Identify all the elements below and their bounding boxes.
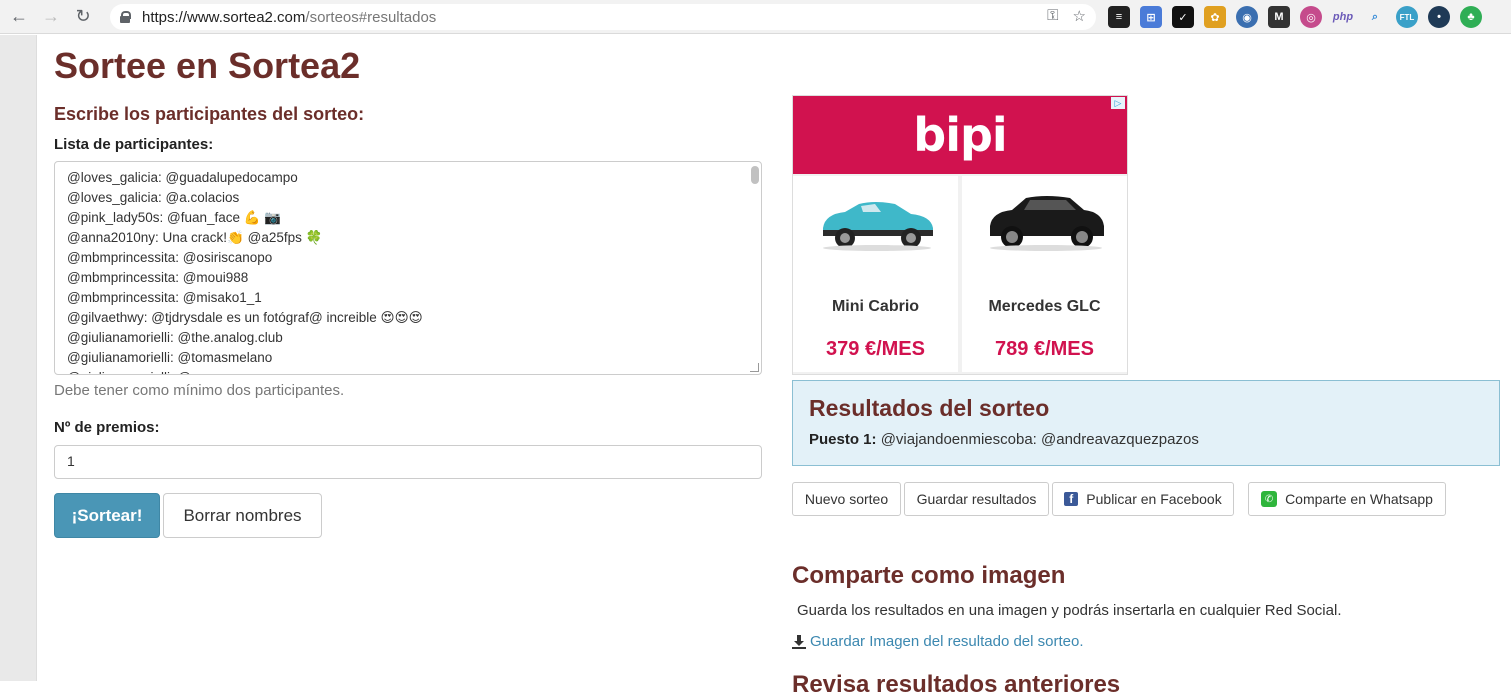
- whatsapp-icon: ✆: [1261, 491, 1278, 507]
- reload-icon[interactable]: ↻: [70, 4, 96, 30]
- participant-line: @loves_galicia: @a.colacios: [67, 190, 240, 205]
- key-icon[interactable]: ⚿: [1047, 7, 1058, 25]
- save-results-button[interactable]: Guardar resultados: [904, 482, 1049, 516]
- url-path: /sorteos#resultados: [305, 8, 437, 26]
- result-place-label: Puesto 1:: [809, 431, 877, 448]
- participant-line: @loves_galicia: @guadalupedocampo: [67, 170, 298, 185]
- page-content: Sortee en Sortea2 Escribe los participan…: [37, 35, 1511, 698]
- participant-line: @pink_lady50s: @fuan_face 💪 📷: [67, 210, 282, 225]
- ticket-extension-icon[interactable]: ✓: [1172, 6, 1194, 28]
- participants-list: @loves_galicia: @guadalupedocampo @loves_…: [67, 168, 749, 374]
- participant-line: @mbmprincessita: @moui988: [67, 270, 249, 285]
- save-image-link[interactable]: Guardar Imagen del resultado del sorteo.: [792, 633, 1084, 650]
- advertisement[interactable]: bipi ▷ Mini Cabrio 379 €/MES Mercedes GL…: [792, 95, 1128, 375]
- result-row: Puesto 1: @viajandoenmiescoba: @andreava…: [809, 431, 1199, 448]
- participants-textarea[interactable]: @loves_galicia: @guadalupedocampo @loves_…: [54, 161, 762, 375]
- left-rail: [0, 35, 37, 681]
- share-image-title: Comparte como imagen: [792, 562, 1066, 589]
- participant-line: @giulianamorielli: @...: [67, 368, 749, 374]
- page-title: Sortee en Sortea2: [54, 45, 361, 86]
- shield-extension-icon[interactable]: ◉: [1236, 6, 1258, 28]
- facebook-share-label: Publicar en Facebook: [1086, 491, 1222, 507]
- textarea-resize-handle[interactable]: [750, 363, 759, 372]
- participant-line: @gilvaethwy: @tjdrysdale es un fotógraf@…: [67, 310, 423, 325]
- ad-car-name: Mini Cabrio: [831, 298, 920, 315]
- url-host: https://www.sortea2.com: [142, 8, 306, 26]
- ad-brand-logo: bipi: [793, 96, 1127, 174]
- ad-car-name: Mercedes GLC: [988, 298, 1101, 315]
- result-winner: @viajandoenmiescoba: @andreavazquezpazos: [880, 431, 1199, 448]
- save-results-label: Guardar resultados: [916, 491, 1037, 507]
- download-icon: [792, 634, 806, 649]
- mini-cabrio-image: [823, 202, 933, 251]
- textarea-scrollbar[interactable]: [751, 166, 759, 184]
- address-bar[interactable]: https://www.sortea2.com/sorteos#resultad…: [110, 4, 1096, 30]
- layers-extension-icon[interactable]: ≡: [1108, 6, 1130, 28]
- facebook-icon: f: [1064, 492, 1079, 506]
- prizes-input[interactable]: 1: [54, 445, 762, 479]
- new-draw-button[interactable]: Nuevo sorteo: [792, 482, 901, 516]
- search-extension-icon[interactable]: ⌕: [1364, 6, 1386, 28]
- prizes-label: Nº de premios:: [54, 419, 160, 436]
- browser-toolbar: ← → ↻ https://www.sortea2.com/sorteos#re…: [0, 0, 1511, 34]
- ftl-extension-icon[interactable]: FTL: [1396, 6, 1418, 28]
- whatsapp-share-button[interactable]: ✆ Comparte en Whatsapp: [1248, 482, 1446, 516]
- adchoices-icon[interactable]: ▷: [1111, 97, 1125, 109]
- save-image-link-label: Guardar Imagen del resultado del sorteo.: [810, 633, 1084, 650]
- new-draw-label: Nuevo sorteo: [804, 491, 889, 507]
- share-image-text: Guarda los resultados en una imagen y po…: [797, 602, 1342, 619]
- participant-line: @giulianamorielli: @the.analog.club: [67, 330, 283, 345]
- facebook-share-button[interactable]: f Publicar en Facebook: [1052, 482, 1234, 516]
- participant-line: @anna2010ny: Una crack!👏 @a25fps 🍀: [67, 230, 323, 245]
- php-extension-icon[interactable]: php: [1332, 6, 1354, 28]
- back-icon[interactable]: ←: [6, 4, 32, 30]
- ad-car-price: 379 €/MES: [826, 338, 925, 360]
- ad-car-price: 789 €/MES: [995, 338, 1094, 360]
- results-panel: Resultados del sorteo Puesto 1: @viajand…: [792, 380, 1500, 466]
- participants-label: Lista de participantes:: [54, 136, 214, 153]
- lock-icon: [120, 11, 131, 23]
- stamp-extension-icon[interactable]: ✿: [1204, 6, 1226, 28]
- camera-extension-icon[interactable]: ◎: [1300, 6, 1322, 28]
- dot-extension-icon[interactable]: •: [1428, 6, 1450, 28]
- mercedes-glc-image: [990, 196, 1104, 251]
- participant-line: @mbmprincessita: @osiriscanopo: [67, 250, 273, 265]
- clear-names-button[interactable]: Borrar nombres: [163, 493, 322, 538]
- translate-extension-icon[interactable]: ⊞: [1140, 6, 1162, 28]
- participant-line: @giulianamorielli: @tomasmelano: [67, 350, 273, 365]
- results-title: Resultados del sorteo: [809, 395, 1050, 421]
- previous-results-heading: Revisa resultados anteriores: [792, 671, 1121, 698]
- bookmark-star-icon[interactable]: ☆: [1073, 7, 1086, 25]
- extensions-bar: ≡ ⊞ ✓ ✿ ◉ M ◎ php ⌕ FTL • ♣: [1108, 6, 1482, 28]
- ad-car-card[interactable]: Mini Cabrio 379 €/MES: [793, 176, 958, 372]
- draw-button[interactable]: ¡Sortear!: [54, 493, 160, 538]
- ad-car-card[interactable]: Mercedes GLC 789 €/MES: [962, 176, 1127, 372]
- whatsapp-share-label: Comparte en Whatsapp: [1285, 491, 1433, 507]
- participant-line: @mbmprincessita: @misako1_1: [67, 290, 262, 305]
- forward-icon[interactable]: →: [38, 4, 64, 30]
- m-extension-icon[interactable]: M: [1268, 6, 1290, 28]
- leaf-extension-icon[interactable]: ♣: [1460, 6, 1482, 28]
- help-text: Debe tener como mínimo dos participantes…: [54, 382, 345, 399]
- form-subheading: Escribe los participantes del sorteo:: [54, 104, 365, 124]
